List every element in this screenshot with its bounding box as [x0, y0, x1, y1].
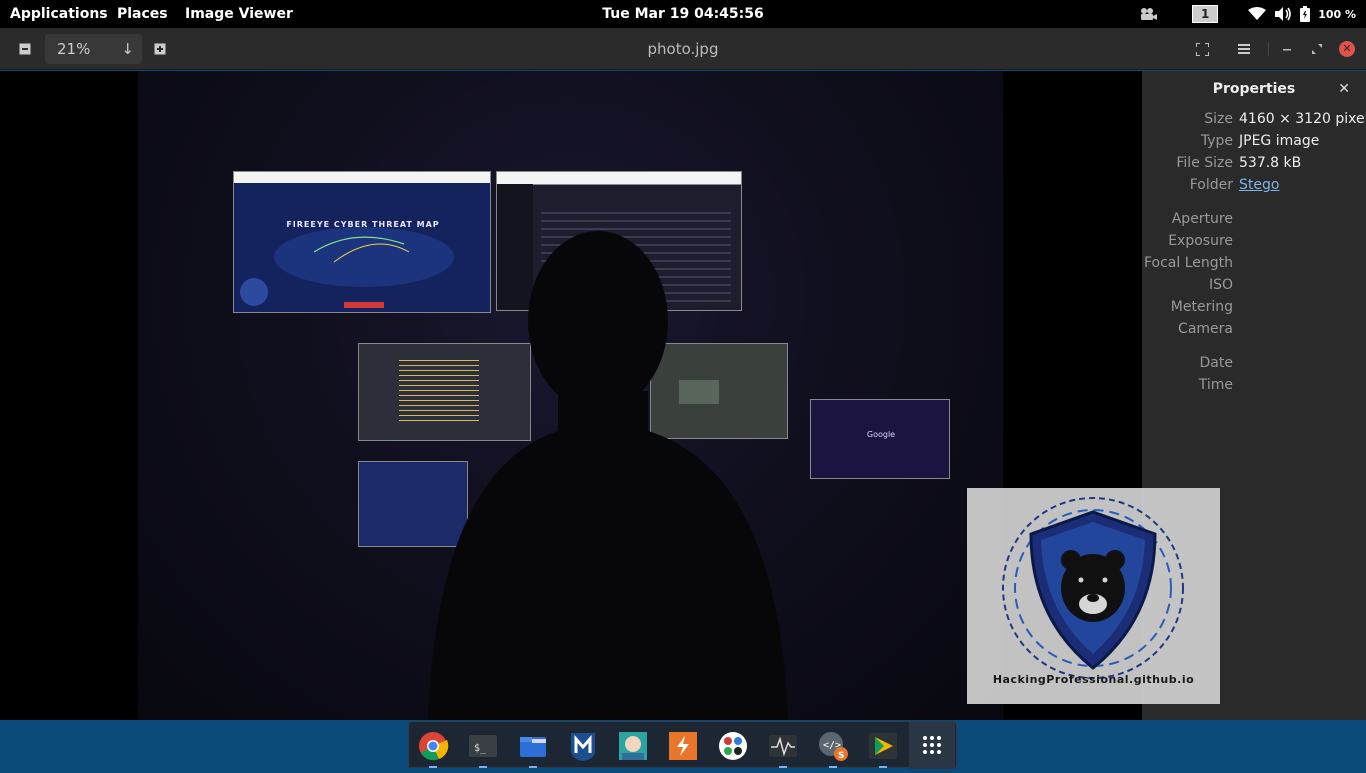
- prop-value: JPEG image: [1239, 133, 1320, 149]
- app-menu-image-viewer[interactable]: Image Viewer: [185, 0, 293, 28]
- wifi-icon[interactable]: [1248, 7, 1267, 21]
- minimize-button[interactable]: [1275, 37, 1299, 61]
- prop-focal-length: Focal Length: [1142, 255, 1366, 275]
- close-properties-button[interactable]: ✕: [1338, 81, 1350, 97]
- watermark-overlay: HackingProfessional.github.io: [967, 488, 1220, 704]
- prop-value: 537.8 kB: [1239, 155, 1302, 171]
- maximize-button[interactable]: [1305, 37, 1329, 61]
- metasploit-logo: [571, 733, 595, 761]
- clock[interactable]: Tue Mar 19 04:45:56: [602, 6, 764, 22]
- battery-icon[interactable]: [1300, 6, 1311, 22]
- prop-value: 4160 × 3120 pixels: [1239, 111, 1366, 127]
- workspace-indicator[interactable]: 1: [1192, 5, 1219, 23]
- prop-type: Type JPEG image: [1142, 133, 1366, 153]
- prop-aperture: Aperture: [1142, 211, 1366, 231]
- maximize-icon: [1312, 44, 1322, 54]
- prop-file-size: File Size 537.8 kB: [1142, 155, 1366, 175]
- prop-label: Camera: [1178, 321, 1233, 337]
- prop-label: Aperture: [1171, 211, 1233, 227]
- photo: FIREEYE CYBER THREAT MAP Google: [138, 71, 1003, 720]
- prop-label: Date: [1199, 355, 1233, 371]
- svg-text:S: S: [838, 751, 844, 761]
- zoom-in-button[interactable]: [148, 37, 172, 61]
- prop-camera: Camera: [1142, 321, 1366, 341]
- video-camera-icon[interactable]: [1138, 6, 1158, 22]
- monitor-logo: [769, 735, 797, 757]
- arrow-down-icon[interactable]: ↓: [121, 34, 134, 64]
- close-button[interactable]: ✕: [1339, 41, 1355, 57]
- system-monitor-icon[interactable]: [766, 729, 800, 768]
- system-tray[interactable]: 1 100 %: [1138, 0, 1356, 28]
- header-bar: 21% ↓ photo.jpg ✕: [0, 28, 1366, 70]
- burpsuite-icon[interactable]: [666, 729, 700, 763]
- app-grid-button[interactable]: [909, 722, 955, 769]
- code-editor-icon[interactable]: </> S: [816, 729, 850, 768]
- prop-exposure: Exposure: [1142, 233, 1366, 253]
- prop-date: Date: [1142, 355, 1366, 375]
- close-icon: ✕: [1338, 81, 1350, 97]
- volume-icon[interactable]: [1274, 6, 1292, 22]
- app-grid-icon: [923, 736, 941, 754]
- play-store-icon[interactable]: [866, 729, 900, 768]
- palette-logo: [719, 732, 747, 760]
- top-panel: Applications Places Image Viewer Tue Mar…: [0, 0, 1366, 28]
- window-title: photo.jpg: [647, 40, 719, 58]
- person-silhouette: [428, 231, 788, 720]
- prop-label: Type: [1200, 133, 1233, 149]
- prop-label: Focal Length: [1143, 255, 1233, 271]
- properties-title: Properties: [1212, 81, 1296, 97]
- svg-text:$_: $_: [474, 743, 487, 754]
- prop-label: Size: [1204, 111, 1233, 127]
- separator: [1268, 42, 1269, 56]
- metasploit-icon[interactable]: [566, 729, 600, 763]
- folder-link[interactable]: Stego: [1239, 177, 1279, 193]
- places-menu[interactable]: Places: [117, 0, 168, 28]
- fullscreen-icon: [1195, 42, 1209, 56]
- watermark-text: HackingProfessional.github.io: [992, 673, 1195, 686]
- dock: $_ </> S: [408, 721, 957, 769]
- anime-avatar-icon[interactable]: [616, 729, 650, 763]
- files-icon[interactable]: [516, 729, 550, 768]
- terminal-icon[interactable]: $_: [466, 729, 500, 768]
- prop-label: Metering: [1170, 299, 1233, 315]
- folder-logo: [520, 737, 546, 757]
- battery-percent: 100 %: [1318, 7, 1356, 21]
- zoom-selector[interactable]: 21% ↓: [45, 34, 142, 64]
- close-icon: ✕: [1342, 42, 1352, 55]
- applications-menu[interactable]: Applications: [10, 0, 108, 28]
- plus-box-icon: [154, 43, 166, 55]
- prop-label: Folder: [1189, 177, 1233, 193]
- code-logo: </> S: [819, 732, 848, 761]
- zoom-level: 21%: [57, 40, 91, 58]
- prop-label: Exposure: [1168, 233, 1233, 249]
- minimize-icon: [1283, 49, 1291, 51]
- play-logo: [869, 733, 897, 759]
- hamburger-icon: [1238, 44, 1250, 54]
- fullscreen-button[interactable]: [1190, 37, 1214, 61]
- prop-metering: Metering: [1142, 299, 1366, 319]
- hamburger-menu-button[interactable]: [1232, 37, 1256, 61]
- zoom-out-button[interactable]: [13, 37, 37, 61]
- prop-time: Time: [1142, 377, 1366, 397]
- terminal-logo: $_: [469, 735, 497, 757]
- prop-label: Time: [1198, 377, 1233, 393]
- minus-box-icon: [19, 43, 31, 55]
- burpsuite-logo: [669, 732, 697, 760]
- prop-size: Size 4160 × 3120 pixels: [1142, 111, 1366, 131]
- prop-label: File Size: [1176, 155, 1233, 171]
- prop-label: ISO: [1208, 277, 1233, 293]
- color-picker-icon[interactable]: [716, 729, 750, 763]
- avatar-logo: [619, 732, 647, 760]
- prop-folder: Folder Stego: [1142, 177, 1366, 197]
- chrome-icon[interactable]: [416, 729, 450, 768]
- chrome-logo: [419, 732, 449, 761]
- prop-iso: ISO: [1142, 277, 1366, 297]
- bear-shield-logo: [1002, 497, 1184, 679]
